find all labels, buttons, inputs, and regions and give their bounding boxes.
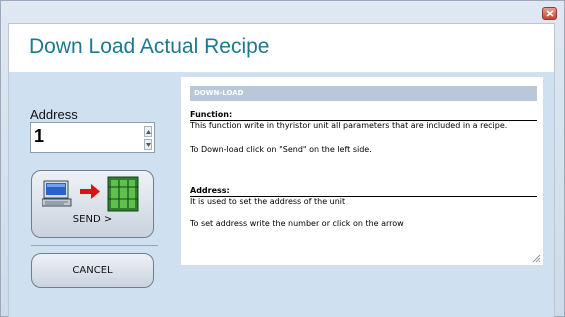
send-label: SEND >	[72, 214, 113, 225]
address-text: It is used to set the address of the uni…	[190, 197, 346, 206]
address-hint: To set address write the number or click…	[190, 219, 404, 228]
close-icon	[546, 10, 554, 17]
arrow-right-icon	[80, 184, 100, 199]
spin-up-icon	[146, 130, 151, 134]
download-text: To Down-load click on "Send" on the left…	[190, 145, 372, 154]
send-icons	[42, 176, 139, 212]
function-heading: Function:	[190, 110, 537, 121]
address-label: Address	[30, 107, 78, 122]
function-text: This function write in thyristor unit al…	[190, 121, 508, 130]
help-header: DOWN-LOAD	[190, 86, 537, 101]
resize-grip-icon[interactable]	[532, 254, 541, 263]
close-button[interactable]	[542, 7, 557, 20]
title-bar[interactable]	[1, 1, 564, 23]
cancel-button[interactable]: CANCEL	[31, 253, 154, 288]
help-panel[interactable]: DOWN-LOAD Function: This function write …	[180, 76, 544, 266]
button-divider	[31, 245, 158, 246]
spin-down-icon	[146, 143, 151, 147]
thyristor-unit-icon	[107, 176, 139, 212]
send-button[interactable]: SEND >	[31, 170, 154, 238]
spin-down-button[interactable]	[144, 139, 152, 150]
address-spinner[interactable]: 1	[30, 122, 155, 153]
computer-icon	[42, 180, 72, 207]
page-title: Down Load Actual Recipe	[29, 35, 270, 58]
spin-up-button[interactable]	[144, 126, 152, 137]
address-value[interactable]: 1	[34, 126, 44, 147]
address-heading: Address:	[190, 186, 537, 197]
